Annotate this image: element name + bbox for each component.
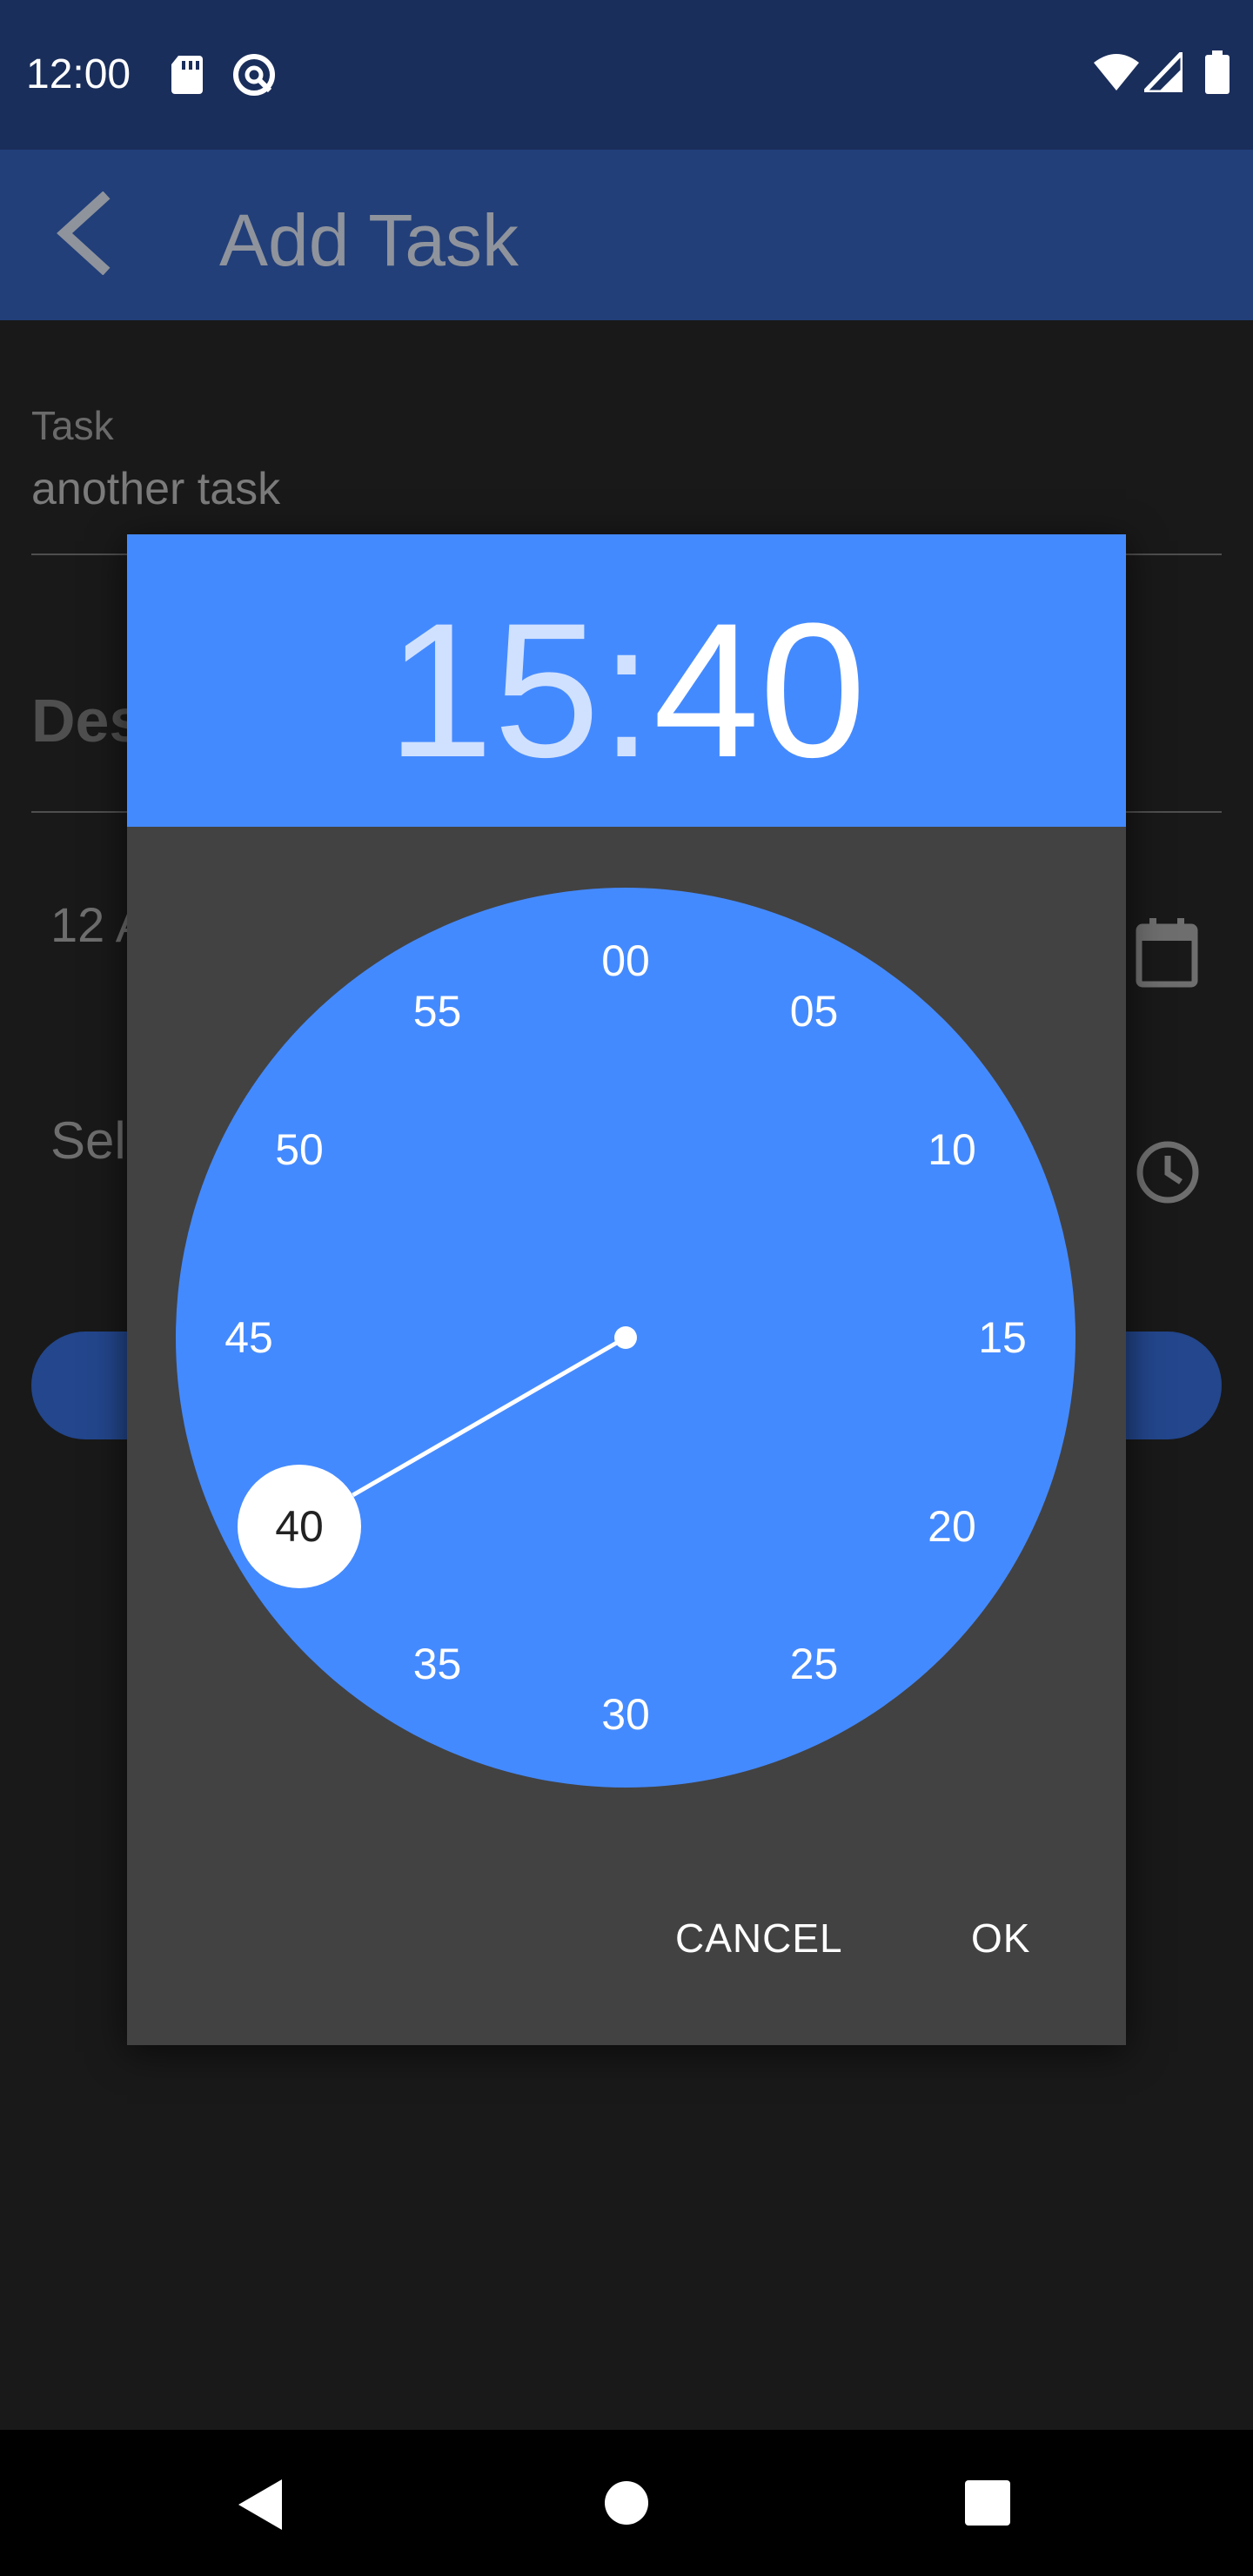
selected-time-display: 15:40	[127, 590, 1126, 790]
wifi-icon	[1094, 54, 1139, 95]
time-separator: :	[600, 583, 653, 797]
minute-tick-25[interactable]: 25	[762, 1638, 867, 1690]
clock-hand-layer	[352, 1326, 637, 1498]
page-title: Add Task	[219, 199, 519, 281]
minute-tick-50[interactable]: 50	[247, 1124, 352, 1176]
nav-recents-icon[interactable]	[965, 2480, 1010, 2530]
cancel-button[interactable]: CANCEL	[675, 1915, 843, 1962]
minute-tick-35[interactable]: 35	[385, 1638, 490, 1690]
nav-back-icon[interactable]	[237, 2478, 284, 2536]
time-picker-dialog: 15:40 00 05 10 15 20 25 30 35 45 50 55 40 CANCEL O…	[127, 534, 1126, 2045]
minute-tick-05[interactable]: 05	[762, 985, 867, 1037]
time-picker-header: 15:40	[127, 534, 1126, 827]
signal-icon	[1139, 46, 1185, 97]
sd-card-icon	[170, 56, 204, 98]
minute-tick-00[interactable]: 00	[573, 935, 678, 987]
clock-icon[interactable]	[1136, 1140, 1200, 1209]
time-field[interactable]: Sel	[50, 1110, 126, 1171]
selected-minute-bubble[interactable]: 40	[238, 1464, 361, 1588]
sync-icon	[231, 52, 277, 102]
app-bar	[0, 150, 1253, 320]
clock-center-dot	[614, 1326, 637, 1349]
ok-button[interactable]: OK	[971, 1915, 1030, 1962]
minute-tick-30[interactable]: 30	[573, 1688, 678, 1741]
task-label: Task	[31, 403, 114, 448]
back-arrow-icon[interactable]	[52, 191, 122, 279]
minute-tick-55[interactable]: 55	[385, 985, 490, 1037]
minute-display[interactable]: 40	[653, 583, 867, 797]
minute-tick-20[interactable]: 20	[900, 1500, 1004, 1553]
task-input[interactable]: another task	[31, 463, 280, 515]
clock-hand[interactable]	[352, 1335, 627, 1498]
calendar-icon[interactable]	[1136, 918, 1198, 992]
clock-face[interactable]: 00 05 10 15 20 25 30 35 45 50 55 40	[176, 888, 1075, 1788]
status-time: 12:00	[26, 51, 131, 97]
hour-display[interactable]: 15	[387, 583, 600, 797]
minute-tick-45[interactable]: 45	[197, 1311, 301, 1364]
battery-icon	[1205, 50, 1230, 98]
nav-home-icon[interactable]	[604, 2480, 649, 2530]
minute-tick-15[interactable]: 15	[950, 1311, 1055, 1364]
minute-tick-10[interactable]: 10	[900, 1124, 1004, 1176]
